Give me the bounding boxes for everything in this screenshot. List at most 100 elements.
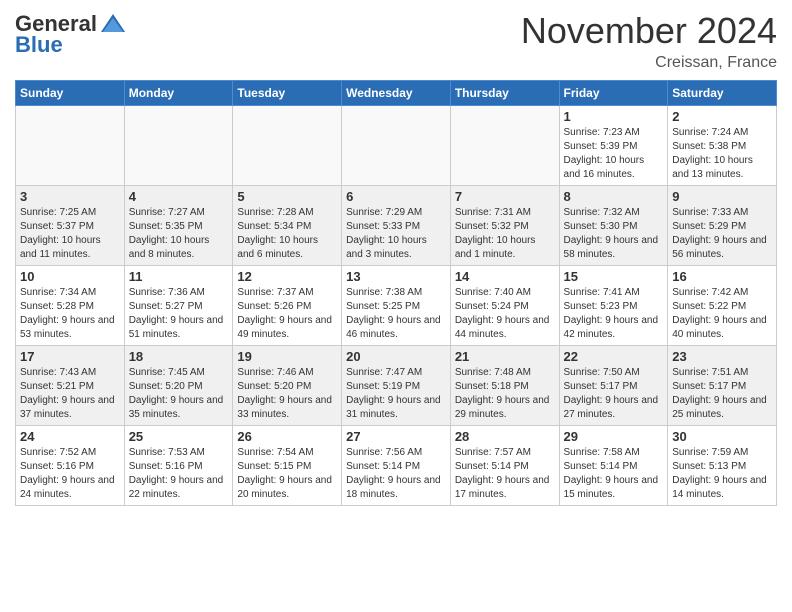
day-info: Sunrise: 7:47 AM Sunset: 5:19 PM Dayligh… bbox=[346, 366, 446, 422]
day-info: Sunrise: 7:37 AM Sunset: 5:26 PM Dayligh… bbox=[237, 286, 337, 342]
day-number: 6 bbox=[346, 189, 446, 204]
day-info: Sunrise: 7:56 AM Sunset: 5:14 PM Dayligh… bbox=[346, 446, 446, 502]
day-number: 12 bbox=[237, 269, 337, 284]
day-number: 24 bbox=[20, 429, 120, 444]
day-number: 3 bbox=[20, 189, 120, 204]
calendar-week-3: 10Sunrise: 7:34 AM Sunset: 5:28 PM Dayli… bbox=[16, 266, 777, 346]
calendar-week-2: 3 Sunrise: 7:25 AM Sunset: 5:37 PM Daylig… bbox=[16, 186, 777, 266]
day-info: Sunrise: 7:38 AM Sunset: 5:25 PM Dayligh… bbox=[346, 286, 446, 342]
title-block: November 2024 Creissan, France bbox=[521, 10, 777, 72]
day-info: Sunrise: 7:34 AM Sunset: 5:28 PM Dayligh… bbox=[20, 286, 120, 342]
calendar-week-5: 24 Sunrise: 7:52 AM Sunset: 5:16 PM Dayli… bbox=[16, 426, 777, 506]
calendar-day: 3 Sunrise: 7:25 AM Sunset: 5:37 PM Daylig… bbox=[16, 186, 125, 266]
day-number: 14 bbox=[455, 269, 555, 284]
calendar-day bbox=[450, 106, 559, 186]
calendar-day: 1Sunrise: 7:23 AM Sunset: 5:39 PM Daylig… bbox=[559, 106, 668, 186]
calendar-day: 24 Sunrise: 7:52 AM Sunset: 5:16 PM Dayli… bbox=[16, 426, 125, 506]
day-info: Sunrise: 7:59 AM Sunset: 5:13 PM Dayligh… bbox=[672, 446, 772, 502]
day-info: Sunrise: 7:58 AM Sunset: 5:14 PM Dayligh… bbox=[564, 446, 664, 502]
calendar-day: 29 Sunrise: 7:58 AM Sunset: 5:14 PM Dayli… bbox=[559, 426, 668, 506]
day-info: Sunrise: 7:40 AM Sunset: 5:24 PM Dayligh… bbox=[455, 286, 555, 342]
calendar-day: 6 Sunrise: 7:29 AM Sunset: 5:33 PM Daylig… bbox=[342, 186, 451, 266]
day-number: 9 bbox=[672, 189, 772, 204]
calendar-day: 10Sunrise: 7:34 AM Sunset: 5:28 PM Dayli… bbox=[16, 266, 125, 346]
calendar-day: 9Sunrise: 7:33 AM Sunset: 5:29 PM Daylig… bbox=[668, 186, 777, 266]
page-header: General Blue November 2024 Creissan, Fra… bbox=[15, 10, 777, 72]
day-info: Sunrise: 7:52 AM Sunset: 5:16 PM Dayligh… bbox=[20, 446, 120, 502]
month-title: November 2024 bbox=[521, 10, 777, 52]
day-number: 28 bbox=[455, 429, 555, 444]
day-number: 20 bbox=[346, 349, 446, 364]
col-monday: Monday bbox=[124, 81, 233, 106]
day-number: 4 bbox=[129, 189, 229, 204]
day-info: Sunrise: 7:43 AM Sunset: 5:21 PM Dayligh… bbox=[20, 366, 120, 422]
calendar-day: 30 Sunrise: 7:59 AM Sunset: 5:13 PM Dayli… bbox=[668, 426, 777, 506]
day-info: Sunrise: 7:50 AM Sunset: 5:17 PM Dayligh… bbox=[564, 366, 664, 422]
day-number: 26 bbox=[237, 429, 337, 444]
day-info: Sunrise: 7:57 AM Sunset: 5:14 PM Dayligh… bbox=[455, 446, 555, 502]
day-info: Sunrise: 7:25 AM Sunset: 5:37 PM Dayligh… bbox=[20, 206, 120, 262]
calendar-day: 2 Sunrise: 7:24 AM Sunset: 5:38 PM Daylig… bbox=[668, 106, 777, 186]
calendar-day: 25Sunrise: 7:53 AM Sunset: 5:16 PM Dayli… bbox=[124, 426, 233, 506]
col-tuesday: Tuesday bbox=[233, 81, 342, 106]
calendar-day: 26 Sunrise: 7:54 AM Sunset: 5:15 PM Dayli… bbox=[233, 426, 342, 506]
calendar-day: 28 Sunrise: 7:57 AM Sunset: 5:14 PM Dayli… bbox=[450, 426, 559, 506]
calendar-day: 12 Sunrise: 7:37 AM Sunset: 5:26 PM Dayli… bbox=[233, 266, 342, 346]
col-friday: Friday bbox=[559, 81, 668, 106]
calendar-day bbox=[16, 106, 125, 186]
page-container: General Blue November 2024 Creissan, Fra… bbox=[0, 0, 792, 516]
day-info: Sunrise: 7:28 AM Sunset: 5:34 PM Dayligh… bbox=[237, 206, 337, 262]
calendar-day: 23Sunrise: 7:51 AM Sunset: 5:17 PM Dayli… bbox=[668, 346, 777, 426]
calendar-day: 16Sunrise: 7:42 AM Sunset: 5:22 PM Dayli… bbox=[668, 266, 777, 346]
day-info: Sunrise: 7:32 AM Sunset: 5:30 PM Dayligh… bbox=[564, 206, 664, 262]
calendar-week-4: 17 Sunrise: 7:43 AM Sunset: 5:21 PM Dayli… bbox=[16, 346, 777, 426]
calendar-header-row: Sunday Monday Tuesday Wednesday Thursday… bbox=[16, 81, 777, 106]
calendar-day: 21 Sunrise: 7:48 AM Sunset: 5:18 PM Dayli… bbox=[450, 346, 559, 426]
col-thursday: Thursday bbox=[450, 81, 559, 106]
calendar-day bbox=[124, 106, 233, 186]
calendar-table: Sunday Monday Tuesday Wednesday Thursday… bbox=[15, 80, 777, 506]
day-info: Sunrise: 7:45 AM Sunset: 5:20 PM Dayligh… bbox=[129, 366, 229, 422]
day-number: 13 bbox=[346, 269, 446, 284]
day-number: 21 bbox=[455, 349, 555, 364]
day-number: 11 bbox=[129, 269, 229, 284]
day-number: 22 bbox=[564, 349, 664, 364]
calendar-day: 18 Sunrise: 7:45 AM Sunset: 5:20 PM Dayli… bbox=[124, 346, 233, 426]
day-info: Sunrise: 7:53 AM Sunset: 5:16 PM Dayligh… bbox=[129, 446, 229, 502]
day-number: 2 bbox=[672, 109, 772, 124]
day-info: Sunrise: 7:48 AM Sunset: 5:18 PM Dayligh… bbox=[455, 366, 555, 422]
day-number: 30 bbox=[672, 429, 772, 444]
day-info: Sunrise: 7:41 AM Sunset: 5:23 PM Dayligh… bbox=[564, 286, 664, 342]
calendar-day: 27 Sunrise: 7:56 AM Sunset: 5:14 PM Dayli… bbox=[342, 426, 451, 506]
calendar-day bbox=[233, 106, 342, 186]
day-number: 17 bbox=[20, 349, 120, 364]
calendar-day: 20 Sunrise: 7:47 AM Sunset: 5:19 PM Dayli… bbox=[342, 346, 451, 426]
day-info: Sunrise: 7:29 AM Sunset: 5:33 PM Dayligh… bbox=[346, 206, 446, 262]
col-wednesday: Wednesday bbox=[342, 81, 451, 106]
calendar-day: 14 Sunrise: 7:40 AM Sunset: 5:24 PM Dayli… bbox=[450, 266, 559, 346]
calendar-day: 17 Sunrise: 7:43 AM Sunset: 5:21 PM Dayli… bbox=[16, 346, 125, 426]
day-number: 7 bbox=[455, 189, 555, 204]
day-number: 19 bbox=[237, 349, 337, 364]
day-number: 23 bbox=[672, 349, 772, 364]
calendar-day: 15 Sunrise: 7:41 AM Sunset: 5:23 PM Dayli… bbox=[559, 266, 668, 346]
day-number: 5 bbox=[237, 189, 337, 204]
calendar-day: 22 Sunrise: 7:50 AM Sunset: 5:17 PM Dayli… bbox=[559, 346, 668, 426]
day-number: 27 bbox=[346, 429, 446, 444]
calendar-day: 13 Sunrise: 7:38 AM Sunset: 5:25 PM Dayli… bbox=[342, 266, 451, 346]
calendar-day: 7Sunrise: 7:31 AM Sunset: 5:32 PM Daylig… bbox=[450, 186, 559, 266]
day-number: 15 bbox=[564, 269, 664, 284]
day-info: Sunrise: 7:54 AM Sunset: 5:15 PM Dayligh… bbox=[237, 446, 337, 502]
day-number: 8 bbox=[564, 189, 664, 204]
day-info: Sunrise: 7:23 AM Sunset: 5:39 PM Dayligh… bbox=[564, 126, 664, 182]
day-number: 18 bbox=[129, 349, 229, 364]
day-number: 29 bbox=[564, 429, 664, 444]
col-sunday: Sunday bbox=[16, 81, 125, 106]
calendar-day bbox=[342, 106, 451, 186]
logo-icon bbox=[99, 10, 127, 38]
day-info: Sunrise: 7:27 AM Sunset: 5:35 PM Dayligh… bbox=[129, 206, 229, 262]
day-info: Sunrise: 7:42 AM Sunset: 5:22 PM Dayligh… bbox=[672, 286, 772, 342]
day-info: Sunrise: 7:46 AM Sunset: 5:20 PM Dayligh… bbox=[237, 366, 337, 422]
day-info: Sunrise: 7:24 AM Sunset: 5:38 PM Dayligh… bbox=[672, 126, 772, 182]
calendar-day: 4 Sunrise: 7:27 AM Sunset: 5:35 PM Daylig… bbox=[124, 186, 233, 266]
